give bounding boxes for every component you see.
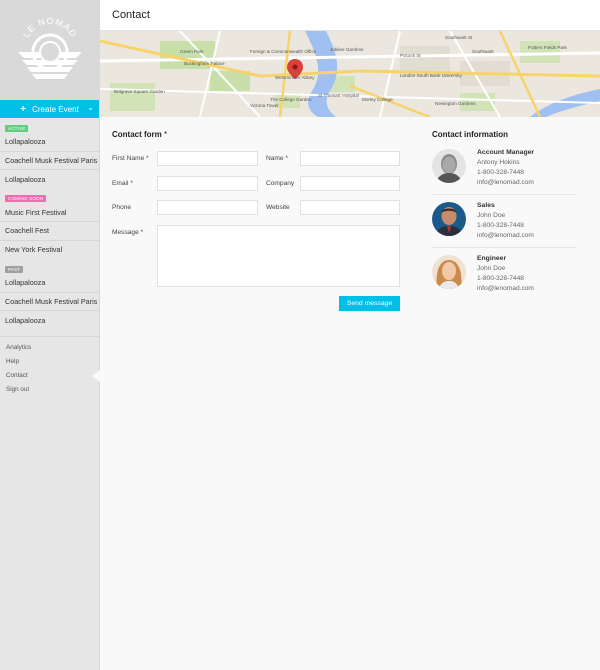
- nav-item-sign-out[interactable]: Sign out: [0, 383, 99, 397]
- company-input[interactable]: [300, 176, 400, 191]
- create-event-label: Create Event: [32, 104, 79, 114]
- map-label: Newington Gardens: [435, 101, 476, 106]
- first-name-input[interactable]: [157, 151, 258, 166]
- sidebar-event-item[interactable]: Lollapalooza: [0, 274, 99, 293]
- sidebar-event-item[interactable]: Lollapalooza: [0, 170, 99, 189]
- chevron-down-icon: ⌄: [87, 103, 94, 112]
- divider: [432, 247, 577, 248]
- message-label: Message *: [112, 229, 144, 236]
- contact-phone: 1-800-328-7448: [477, 169, 524, 176]
- contact-role: Account Manager: [477, 149, 535, 156]
- contact-form-title-text: Contact form: [112, 130, 162, 139]
- logo-emblem-icon: LE NOMAD: [18, 16, 82, 79]
- contact-info-title: Contact information: [432, 130, 508, 139]
- event-list-coming-soon: Music First Festival Coachell Fest New Y…: [0, 204, 99, 260]
- contact-card-engineer: Engineer John Doe 1-800-328-7448 info@le…: [432, 255, 577, 307]
- page-title: Contact: [112, 9, 150, 21]
- nav-item-analytics[interactable]: Analytics: [0, 341, 99, 355]
- sidebar-event-item[interactable]: Coachell Musk Festival Paris: [0, 152, 99, 170]
- send-message-button[interactable]: Send message: [339, 296, 400, 311]
- status-badge-active: ACTIVE: [5, 124, 29, 132]
- contact-form-title: Contact form *: [112, 130, 167, 139]
- section-coming-soon-header: COMING SOON: [0, 194, 99, 204]
- section-past-header: PAST: [0, 264, 99, 274]
- map-graphic: Green Park Buckingham Palace Belgrave Sq…: [100, 31, 600, 117]
- map-label: Buckingham Palace: [184, 61, 225, 66]
- sidebar-event-item[interactable]: Coachell Fest: [0, 222, 99, 241]
- map-label: Southwark: [472, 49, 494, 54]
- contact-phone: 1-800-328-7448: [477, 222, 524, 229]
- contact-name: John Doe: [477, 212, 506, 219]
- map-label: Morley College: [362, 97, 393, 102]
- location-map[interactable]: Green Park Buckingham Palace Belgrave Sq…: [100, 31, 600, 117]
- required-mark: *: [164, 130, 168, 139]
- website-input[interactable]: [300, 200, 400, 215]
- create-event-button[interactable]: + Create Event ⌄: [0, 100, 99, 118]
- page-header: Contact: [100, 0, 600, 31]
- map-label: Jubilee Gardens: [330, 47, 364, 52]
- map-label: Pocock St: [400, 53, 421, 58]
- contact-name: John Doe: [477, 265, 506, 272]
- sidebar-event-item[interactable]: New York Festival: [0, 241, 99, 260]
- sidebar-nav: Analytics Help Contact Sign out: [0, 335, 100, 397]
- divider: [432, 194, 577, 195]
- map-label: The College Garden: [270, 97, 312, 102]
- nav-item-contact[interactable]: Contact: [0, 369, 100, 383]
- first-name-label: First Name *: [112, 155, 149, 162]
- map-label: Victoria Tower: [250, 103, 279, 108]
- map-label: Belgrave Square Garden: [114, 89, 165, 94]
- sidebar-event-item[interactable]: Lollapalooza: [0, 311, 99, 330]
- event-list-active: Lollapalooza Coachell Musk Festival Pari…: [0, 133, 99, 189]
- avatar: [432, 202, 466, 236]
- map-label: Green Park: [180, 49, 204, 54]
- contact-name: Antony Hokins: [477, 159, 520, 166]
- map-label: Westminster Abbey: [275, 75, 315, 80]
- event-list-past: Lollapalooza Coachell Musk Festival Pari…: [0, 274, 99, 330]
- map-label: St Thomas' Hospital: [318, 93, 359, 98]
- section-active-header: ACTIVE: [0, 123, 99, 133]
- map-label: Potters Fields Park: [528, 45, 568, 50]
- sidebar-event-item[interactable]: Coachell Musk Festival Paris: [0, 293, 99, 311]
- nav-item-help[interactable]: Help: [0, 355, 99, 369]
- contact-email[interactable]: info@lenomad.com: [477, 232, 534, 239]
- status-badge-past: PAST: [5, 265, 24, 273]
- sidebar-event-item[interactable]: Music First Festival: [0, 204, 99, 222]
- email-input[interactable]: [157, 176, 258, 191]
- avatar: [432, 255, 466, 289]
- plus-icon: +: [20, 103, 27, 115]
- avatar: [432, 149, 466, 183]
- contact-phone: 1-800-328-7448: [477, 275, 524, 282]
- status-badge-coming-soon: COMING SOON: [5, 195, 47, 202]
- email-label: Email *: [112, 180, 133, 187]
- name-input[interactable]: [300, 151, 400, 166]
- website-label: Website: [266, 204, 290, 211]
- sidebar-event-item[interactable]: Lollapalooza: [0, 133, 99, 152]
- logo[interactable]: LE NOMAD: [0, 0, 99, 100]
- map-label: Foreign & Commonwealth Office: [250, 49, 317, 54]
- sidebar: LE NOMAD + Create Event ⌄ ACTIVE Lollapa…: [0, 0, 100, 670]
- message-textarea[interactable]: [157, 225, 400, 287]
- contact-role: Sales: [477, 202, 495, 209]
- contact-email[interactable]: info@lenomad.com: [477, 179, 534, 186]
- company-label: Company: [266, 180, 295, 187]
- map-label: London South Bank University: [400, 73, 463, 78]
- map-label: Southwark St: [445, 35, 473, 40]
- contact-role: Engineer: [477, 255, 507, 262]
- phone-input[interactable]: [157, 200, 258, 215]
- name-label: Name *: [266, 155, 288, 162]
- phone-label: Phone: [112, 204, 132, 211]
- contact-email[interactable]: info@lenomad.com: [477, 285, 534, 292]
